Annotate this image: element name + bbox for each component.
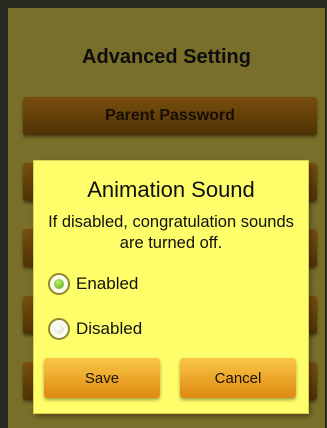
- radio-button-selected[interactable]: [48, 273, 70, 295]
- option-disabled[interactable]: Disabled: [48, 316, 142, 342]
- radio-button-unselected[interactable]: [48, 318, 70, 340]
- option-disabled-label: Disabled: [76, 319, 143, 338]
- option-enabled[interactable]: Enabled: [48, 271, 138, 297]
- dialog-title: Animation Sound: [87, 177, 255, 202]
- radio-dot-icon: [54, 279, 64, 289]
- dialog-message: If disabled, congratulation sounds are t…: [48, 213, 294, 252]
- cancel-button[interactable]: Cancel: [180, 358, 296, 398]
- option-enabled-label: Enabled: [76, 274, 139, 293]
- save-button-label: Save: [84, 370, 120, 387]
- radio-dot-icon: [54, 324, 64, 334]
- cancel-button-label: Cancel: [214, 370, 262, 387]
- save-button[interactable]: Save: [44, 358, 160, 398]
- animation-sound-dialog: Animation Sound If disabled, congratulat…: [34, 161, 308, 413]
